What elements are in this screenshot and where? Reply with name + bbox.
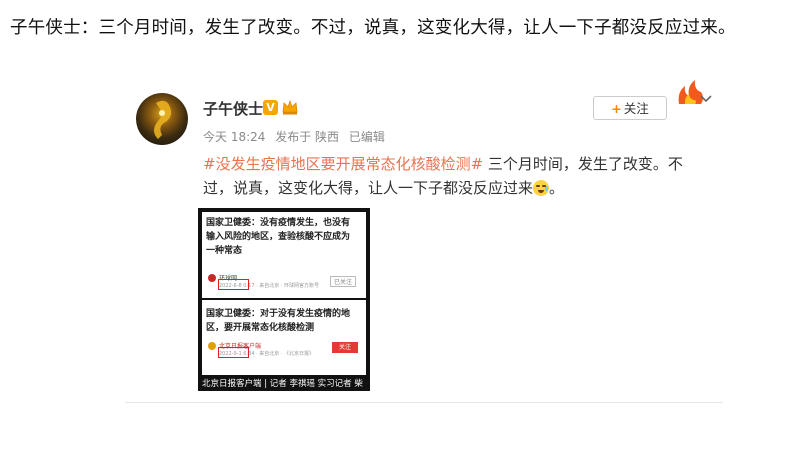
weibo-post-card: 子午侠士 V 今天 18:24 发布于 陕西 已编辑 + 关注 #没发生疫情地区要… (125, 80, 723, 403)
post-image[interactable]: 国家卫健委：没有疫情发生，也没有输入风险的地区，查验核酸不应成为一种常态 环球网… (198, 208, 370, 391)
date-highlight-box (218, 279, 249, 290)
follow-button[interactable]: + 关注 (593, 96, 667, 120)
news-screenshot-panel-2: 国家卫健委：对于没有发生疫情的地区，要开展常态化核酸检测 北京日报客户端 202… (202, 300, 366, 375)
date-highlight-box (218, 347, 249, 358)
follow-label: 关注 (623, 101, 649, 116)
follow-badge: 关注 (332, 342, 358, 353)
post-time[interactable]: 今天 18:24 (203, 130, 265, 144)
avatar[interactable] (136, 93, 188, 145)
followed-badge: 已关注 (330, 276, 356, 287)
image-credit: 北京日报客户端 | 记者 李祺瑶 实习记者 柴 (202, 379, 363, 389)
sweat-smile-emoji-icon (533, 180, 550, 196)
news-title-1: 国家卫健委：没有疫情发生，也没有输入风险的地区，查验核酸不应成为一种常态 (206, 218, 351, 256)
source-logo-icon (208, 274, 216, 282)
news-title-2: 国家卫健委：对于没有发生疫情的地区，要开展常态化核酸检测 (206, 309, 351, 333)
edited-label[interactable]: 已编辑 (349, 130, 385, 144)
post-meta: 今天 18:24 发布于 陕西 已编辑 (203, 128, 391, 145)
plus-icon: + (611, 101, 622, 116)
verified-badge-icon: V (263, 100, 278, 115)
chevron-down-icon[interactable] (699, 92, 713, 106)
post-body: #没发生疫情地区要开展常态化核酸检测# 三个月时间，发生了改变。不过，说真，这变… (203, 152, 693, 200)
source-logo-icon (208, 342, 216, 350)
username[interactable]: 子午侠士 (203, 98, 263, 119)
news-screenshot-panel-1: 国家卫健委：没有疫情发生，也没有输入风险的地区，查验核酸不应成为一种常态 环球网… (202, 212, 366, 298)
hashtag-link[interactable]: #没发生疫情地区要开展常态化核酸检测# (203, 155, 483, 173)
post-text-end: 。 (549, 179, 565, 197)
crown-badge-icon (282, 99, 298, 115)
headline-text: 子午侠士：三个月时间，发生了改变。不过，说真，这变化大得，让人一下子都没反应过来… (10, 18, 736, 38)
post-location: 发布于 陕西 (275, 130, 340, 144)
